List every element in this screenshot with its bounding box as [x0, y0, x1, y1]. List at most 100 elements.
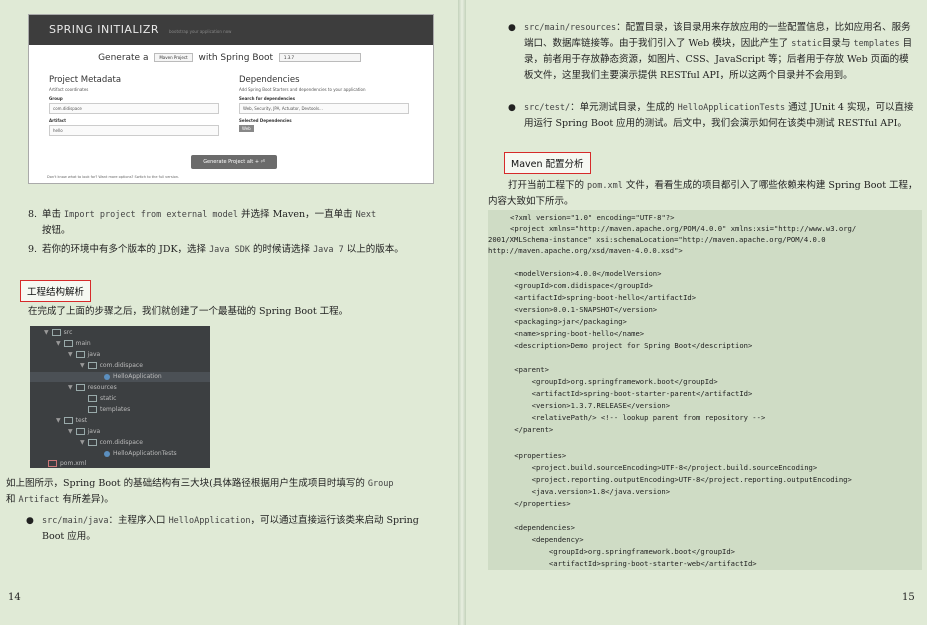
project-metadata-column: Project Metadata Artifact coordinates Gr…	[49, 75, 219, 136]
generate-line: Generate a Maven Project with Spring Boo…	[29, 53, 433, 63]
maven-intro: 打开当前工程下的 pom.xml 文件，看看生成的项目都引入了哪些依赖来构建 S…	[488, 178, 918, 210]
step-9-text-a: 若你的环境中有多个版本的 JDK，选择	[42, 244, 210, 255]
spring-initializr-screenshot: SPRING INITIALIZR bootstrap your applica…	[28, 14, 434, 184]
page-number-left: 14	[8, 592, 21, 603]
code-line: <modelVersion>4.0.0</modelVersion>	[497, 269, 662, 278]
search-label: Search for dependencies	[239, 96, 295, 101]
code-line: <?xml version="1.0" encoding="UTF-8"?>	[510, 213, 675, 222]
step-9-text-c: 以上的版本。	[343, 244, 404, 255]
metadata-sub: Artifact coordinates	[49, 87, 89, 92]
web-chip: Web	[239, 125, 254, 132]
code-line: <groupId>com.didispace</groupId>	[497, 281, 653, 290]
maven-intro-a: 打开当前工程下的	[508, 180, 588, 191]
code-line: <project xmlns="http://maven.apache.org/…	[510, 224, 857, 233]
step-8-text-b: 并选择 Maven，一直单击	[238, 209, 356, 220]
selected-label: Selected Dependencies	[239, 118, 292, 123]
tree-item-templates: templates	[88, 405, 130, 415]
step-8-code-2: Next	[355, 210, 377, 220]
tree-item-src: ▼ src	[44, 329, 73, 336]
bullet-java-code-2: HelloApplication	[168, 516, 251, 526]
dependencies-column: Dependencies Add Spring Boot Starters an…	[239, 75, 409, 132]
summary-text-b: 和	[6, 494, 19, 505]
initializr-header: SPRING INITIALIZR bootstrap your applica…	[29, 15, 433, 45]
code-line: </properties>	[497, 499, 571, 508]
code-line: http://maven.apache.org/xsd/maven-4.0.0.…	[488, 246, 683, 255]
section-title-maven: Maven 配置分析	[504, 152, 591, 174]
tree-item-test-package: ▼ com.didispace	[80, 439, 143, 446]
step-9-number: 9.	[28, 244, 38, 255]
code-line: <name>spring-boot-hello</name>	[497, 329, 645, 338]
code-line: <groupId>org.springframework.boot</group…	[497, 547, 735, 556]
tree-item-test: ▼ test	[56, 417, 88, 424]
code-line: <version>0.0.1-SNAPSHOT</version>	[497, 305, 658, 314]
deps-title: Dependencies	[239, 75, 300, 85]
code-line: <properties>	[497, 451, 567, 460]
deps-sub: Add Spring Boot Starters and dependencie…	[239, 87, 366, 92]
deps-search-field: Web, Security, JPA, Actuator, Devtools..…	[239, 103, 409, 114]
bullet-java-code: src/main/java	[42, 516, 109, 526]
tree-item-hello-application: HelloApplication	[30, 372, 210, 382]
tree-item-java: ▼ java	[68, 351, 101, 358]
code-line: <artifactId>spring-boot-starter-web</art…	[497, 559, 757, 568]
page-number-right: 15	[902, 592, 915, 603]
generate-project-button: Generate Project alt + ⏎	[191, 155, 277, 169]
with-label: with Spring Boot	[198, 53, 274, 63]
bullet-test-text: ：单元测试目录，生成的	[570, 102, 678, 113]
summary-code-artifact: Artifact	[18, 495, 60, 505]
code-line: <dependency>	[497, 535, 584, 544]
code-line: 2001/XMLSchema-instance" xsi:schemaLocat…	[488, 235, 826, 244]
bullet-dot: ●	[508, 23, 516, 33]
tree-item-resources: ▼ resources	[68, 384, 117, 391]
initializr-title: SPRING INITIALIZR	[49, 23, 160, 36]
bullet-res-code-templates: templates	[853, 39, 900, 49]
class-icon	[104, 450, 110, 457]
code-line: <groupId>org.springframework.boot</group…	[497, 377, 718, 386]
bullet-res-text-2: 目录与	[821, 38, 854, 49]
section-title-structure: 工程结构解析	[20, 280, 92, 302]
step-9: 9. 若你的环境中有多个版本的 JDK，选择 Java SDK 的时候请选择 J…	[28, 242, 433, 258]
step-9-text-b: 的时候请选择	[250, 244, 314, 255]
code-line: <java.version>1.8</java.version>	[497, 487, 671, 496]
bullet-dot: ●	[508, 103, 516, 113]
code-line: <artifactId>spring-boot-hello</artifactI…	[497, 293, 697, 302]
code-line: <project.build.sourceEncoding>UTF-8</pro…	[497, 463, 818, 472]
code-line: <version>1.3.7.RELEASE</version>	[497, 401, 671, 410]
generate-prefix: Generate a	[98, 53, 149, 63]
code-line: <packaging>jar</packaging>	[497, 317, 627, 326]
step-8-text-c: 按钮。	[42, 225, 71, 236]
book-gutter	[458, 0, 466, 625]
tree-item-hello-application-tests: HelloApplicationTests	[104, 449, 177, 459]
tree-item-static: static	[88, 394, 116, 404]
summary-code-group: Group	[367, 479, 394, 489]
initializr-subtitle: bootstrap your application now	[169, 29, 232, 34]
structure-intro: 在完成了上面的步骤之后，我们就创建了一个最基础的 Spring Boot 工程。	[28, 306, 349, 317]
artifact-label: Artifact	[49, 118, 67, 123]
code-line: <relativePath/> <!-- lookup parent from …	[497, 413, 766, 422]
bullet-src-main-java: ● src/main/java：主程序入口 HelloApplication，可…	[26, 513, 432, 545]
code-line: </parent>	[497, 425, 554, 434]
artifact-field: hello	[49, 125, 219, 136]
step-8-text-a: 单击	[42, 209, 65, 220]
bullet-src-main-resources: ● src/main/resources：配置目录，该目录用来存放应用的一些配置…	[508, 20, 918, 84]
right-page: ● src/main/resources：配置目录，该目录用来存放应用的一些配置…	[466, 0, 927, 625]
code-line: <artifactId>spring-boot-starter-parent</…	[497, 389, 753, 398]
project-tree-screenshot: ▼ src ▼ main ▼ java ▼ com.didispace HelloApp…	[30, 326, 210, 468]
code-line: <dependencies>	[497, 523, 575, 532]
bullet-src-test: ● src/test/：单元测试目录，生成的 HelloApplicationT…	[508, 100, 918, 132]
step-9-code-2: Java 7	[313, 245, 344, 255]
code-line: <parent>	[497, 365, 549, 374]
boot-version-select: 1.3.7	[278, 53, 361, 62]
step-8-code-1: Import project from external model	[64, 210, 239, 220]
project-type-select: Maven Project	[154, 53, 193, 62]
metadata-title: Project Metadata	[49, 75, 122, 85]
bullet-res-code-static: static	[791, 39, 822, 49]
group-field: com.didispace	[49, 103, 219, 114]
bullet-res-code: src/main/resources	[524, 23, 617, 33]
bullet-test-code-2: HelloApplicationTests	[677, 103, 786, 113]
tree-item-package: ▼ com.didispace	[80, 362, 143, 369]
bullet-java-text-a: ：主程序入口	[108, 515, 169, 526]
code-line: <project.reporting.outputEncoding>UTF-8<…	[497, 475, 852, 484]
bullet-test-code: src/test/	[524, 103, 571, 113]
step-9-code-1: Java SDK	[209, 245, 251, 255]
group-label: Group	[49, 96, 63, 101]
